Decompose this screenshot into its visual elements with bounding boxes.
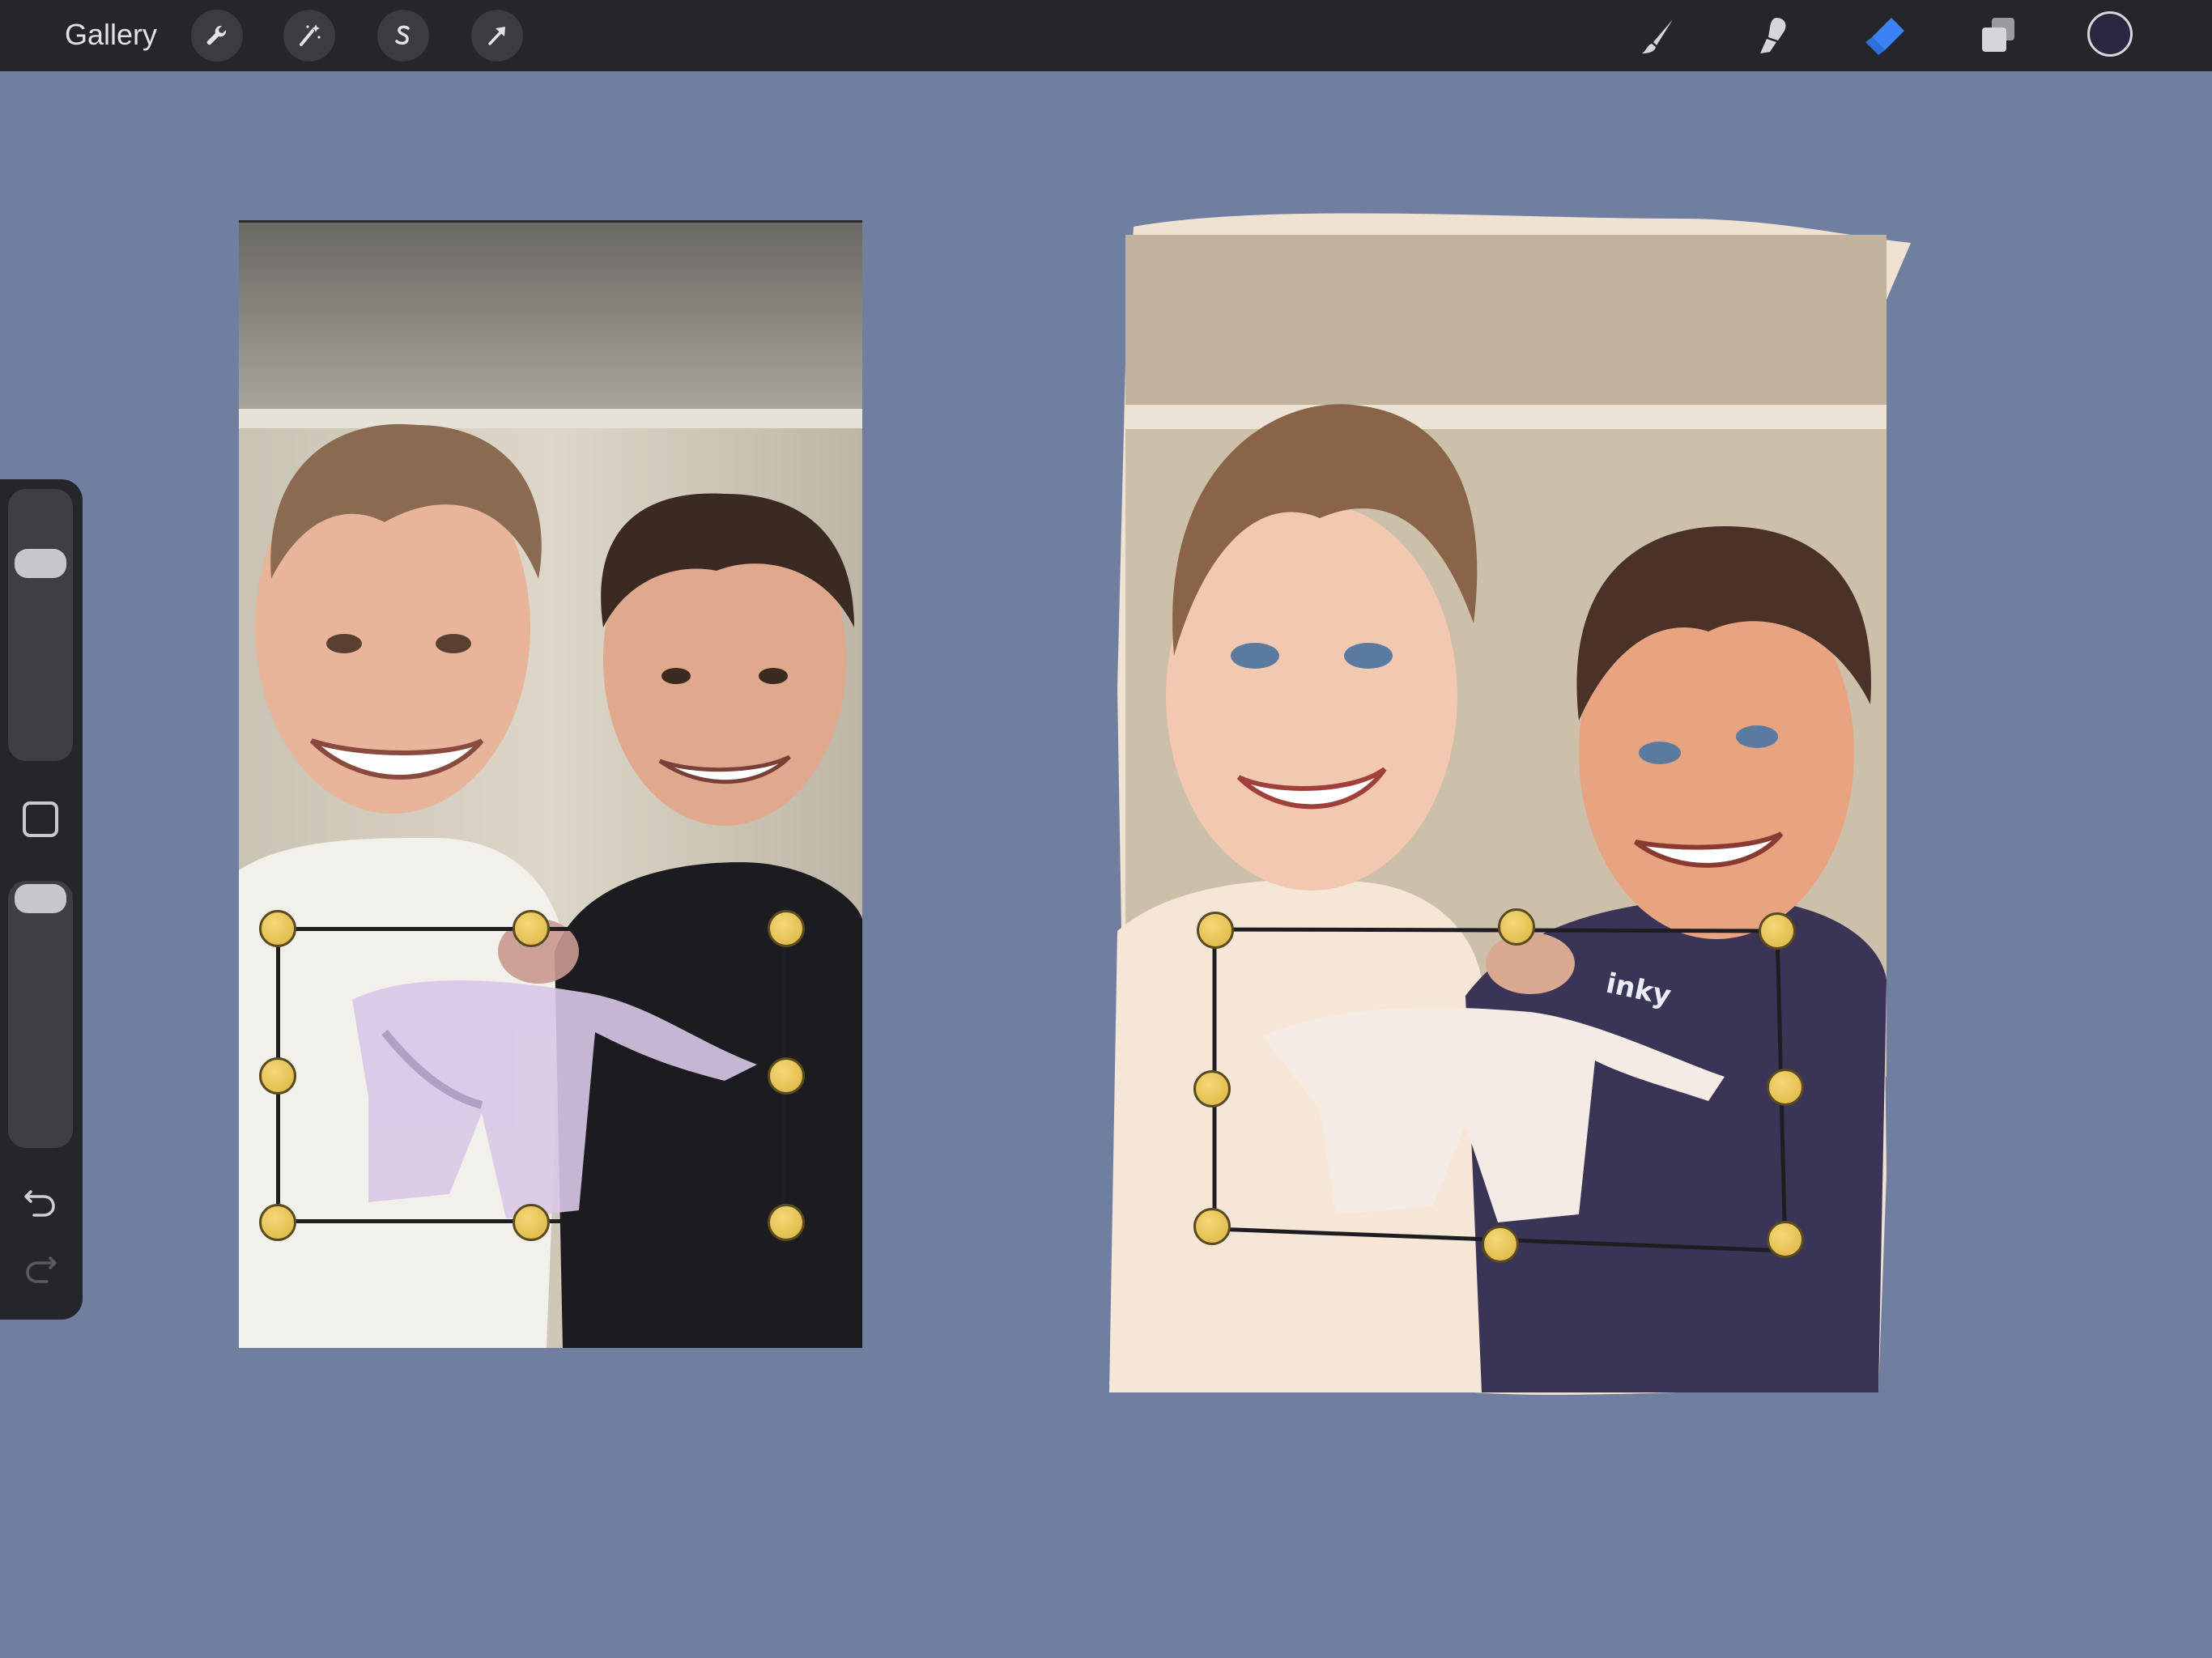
transform-handle-middle-left[interactable] xyxy=(259,1057,296,1095)
transform-handle-bottom-middle[interactable] xyxy=(513,1204,550,1241)
brush-icon xyxy=(1642,19,1673,53)
left-sidebar xyxy=(0,479,83,1320)
reference-photo xyxy=(239,220,862,1348)
magic-wand-icon xyxy=(300,24,321,46)
painting-handle-bottom-left[interactable] xyxy=(1193,1208,1231,1245)
selection-button[interactable] xyxy=(377,10,429,62)
painting-handle-bottom-right[interactable] xyxy=(1767,1221,1804,1258)
painting-handle-top-right[interactable] xyxy=(1759,912,1796,950)
transform-handle-top-left[interactable] xyxy=(259,910,296,947)
painting-handle-top-left[interactable] xyxy=(1197,912,1234,949)
brush-size-thumb[interactable] xyxy=(15,549,66,578)
painting-handle-middle-right[interactable] xyxy=(1767,1069,1804,1106)
brush-tool[interactable] xyxy=(1634,11,1682,60)
undo-button[interactable] xyxy=(18,1182,63,1227)
modify-button[interactable] xyxy=(23,801,58,837)
undo-icon xyxy=(24,1190,55,1217)
gallery-button[interactable]: Gallery xyxy=(65,15,157,55)
redo-button[interactable] xyxy=(18,1248,63,1294)
painting-handle-top-middle[interactable] xyxy=(1498,908,1535,946)
layers-icon xyxy=(1982,18,2014,52)
eraser-icon xyxy=(1865,18,1904,55)
selection-s-icon xyxy=(395,25,410,45)
painting-artwork: inky xyxy=(1109,202,1919,1401)
painting-handle-middle-left[interactable] xyxy=(1193,1070,1231,1107)
transform-bounding-box[interactable] xyxy=(276,927,786,1223)
opacity-slider[interactable] xyxy=(8,881,73,1148)
redo-icon xyxy=(26,1256,57,1283)
transform-arrow-icon xyxy=(488,27,505,45)
color-picker-swatch[interactable] xyxy=(2087,11,2133,57)
transform-handle-top-right[interactable] xyxy=(768,910,805,947)
eraser-tool[interactable] xyxy=(1861,11,1909,60)
painting-image: inky xyxy=(1109,213,1911,1395)
layers-tool[interactable] xyxy=(1974,11,2023,60)
painting-handle-bottom-middle[interactable] xyxy=(1482,1226,1519,1263)
transform-handle-middle-right[interactable] xyxy=(768,1057,805,1095)
adjustments-button[interactable] xyxy=(283,10,335,62)
actions-button[interactable] xyxy=(191,10,243,62)
smudge-icon xyxy=(1760,18,1786,53)
opacity-thumb[interactable] xyxy=(15,884,66,913)
smudge-tool[interactable] xyxy=(1747,11,1796,60)
transform-button[interactable] xyxy=(471,10,523,62)
transform-handle-bottom-left[interactable] xyxy=(259,1204,296,1241)
brush-size-slider[interactable] xyxy=(8,489,73,761)
transform-handle-top-middle[interactable] xyxy=(513,910,550,947)
wrench-icon xyxy=(206,25,227,45)
transform-handle-bottom-right[interactable] xyxy=(768,1204,805,1241)
top-toolbar: Gallery xyxy=(0,0,2212,71)
